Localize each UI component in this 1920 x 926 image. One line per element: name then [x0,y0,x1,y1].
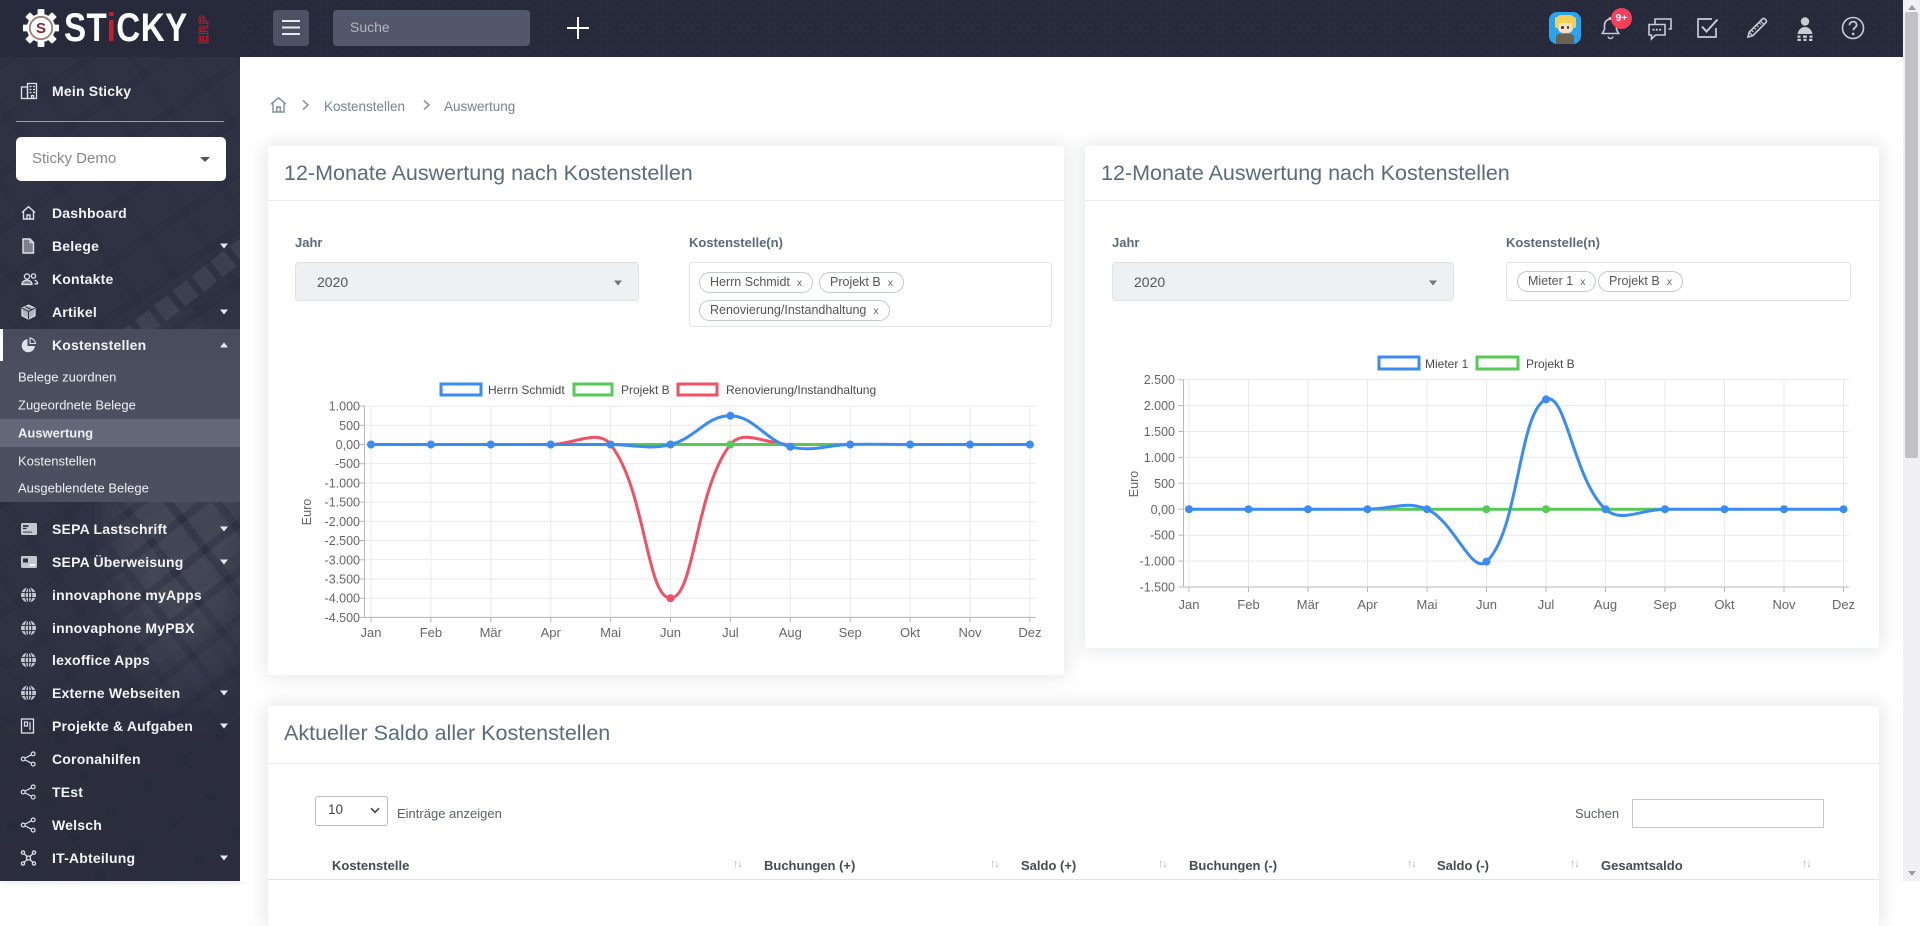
svg-text:1.000: 1.000 [1144,451,1175,465]
svg-text:1.500: 1.500 [1144,425,1175,439]
svg-text:Sep: Sep [839,625,862,640]
svg-text:Feb: Feb [1237,597,1259,612]
svg-text:-500: -500 [1150,529,1175,543]
svg-text:Jan: Jan [1179,597,1200,612]
svg-text:Mai: Mai [600,625,621,640]
svg-text:Renovierung/Instandhaltung: Renovierung/Instandhaltung [726,383,876,397]
svg-text:Mär: Mär [1297,597,1320,612]
svg-text:Aug: Aug [1594,597,1617,612]
svg-text:Sep: Sep [1653,597,1676,612]
svg-text:Euro: Euro [1127,471,1141,497]
svg-text:Nov: Nov [1772,597,1796,612]
svg-text:Dez: Dez [1018,625,1041,640]
svg-text:-1.000: -1.000 [1140,555,1175,569]
svg-text:-2.500: -2.500 [325,534,360,548]
svg-text:Apr: Apr [1357,597,1378,612]
svg-text:-1.500: -1.500 [1140,581,1175,595]
svg-text:Nov: Nov [958,625,982,640]
svg-text:Euro: Euro [300,499,314,525]
svg-text:500: 500 [1154,477,1175,491]
svg-text:Jul: Jul [722,625,739,640]
svg-text:Jun: Jun [1476,597,1497,612]
svg-text:Aug: Aug [779,625,802,640]
svg-text:Projekt B: Projekt B [1526,357,1575,371]
svg-text:-4.500: -4.500 [325,611,360,625]
svg-text:1.000: 1.000 [329,400,360,414]
svg-text:Okt: Okt [900,625,921,640]
svg-text:Apr: Apr [541,625,562,640]
svg-text:Feb: Feb [420,625,442,640]
svg-text:Jan: Jan [361,625,382,640]
svg-text:Okt: Okt [1714,597,1735,612]
svg-text:-2.000: -2.000 [325,515,360,529]
svg-text:-4.000: -4.000 [325,592,360,606]
svg-text:Dez: Dez [1832,597,1855,612]
svg-text:Jun: Jun [660,625,681,640]
svg-text:0,00: 0,00 [1151,503,1175,517]
svg-text:Mär: Mär [480,625,503,640]
svg-text:500: 500 [339,419,360,433]
svg-text:-3.000: -3.000 [325,553,360,567]
svg-text:-500: -500 [335,457,360,471]
svg-text:2.500: 2.500 [1144,373,1175,387]
svg-text:-1.000: -1.000 [325,476,360,490]
svg-text:Mai: Mai [1417,597,1438,612]
svg-text:2.000: 2.000 [1144,399,1175,413]
svg-text:0,00: 0,00 [336,438,360,452]
svg-text:Jul: Jul [1538,597,1555,612]
svg-text:Projekt B: Projekt B [621,383,670,397]
svg-text:-1.500: -1.500 [325,496,360,510]
svg-text:S: S [36,20,46,37]
svg-text:-3.500: -3.500 [325,573,360,587]
svg-text:Mieter 1: Mieter 1 [1425,357,1469,371]
svg-text:Herrn Schmidt: Herrn Schmidt [488,383,565,397]
